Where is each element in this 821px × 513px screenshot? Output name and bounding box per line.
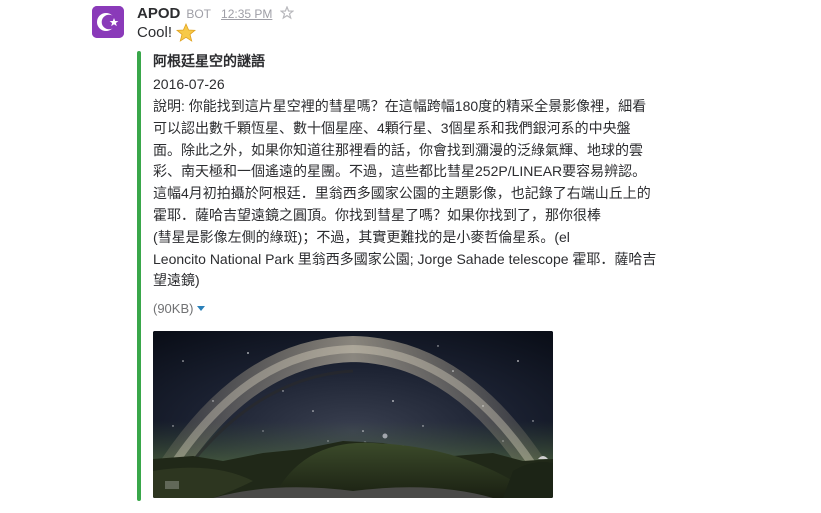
attachment: 阿根廷星空的謎語 2016-07-26 說明: 你能找到這片星空裡的彗星嗎？在這… (153, 51, 703, 292)
description-line: 面。除此之外，如果你知道往那裡看的話，你會找到瀰漫的泛綠氣輝、地球的雲 (153, 141, 643, 158)
description-line: Leoncito National Park 里翁西多國家公園; Jorge S… (153, 250, 657, 267)
description-line: 望遠鏡) (153, 272, 200, 289)
file-size-toggle[interactable]: (90KB) (153, 301, 206, 316)
message-text: Cool! (137, 23, 197, 43)
star-outline-icon[interactable] (280, 6, 295, 20)
description-line: 說明: 你能找到這片星空裡的彗星嗎？在這幅跨幅180度的精采全景影像裡，細看 (153, 98, 647, 114)
attachment-date: 2016-07-26 (153, 76, 225, 92)
attachment-accent-bar (137, 51, 141, 501)
description-line: 霍耶．薩哈吉望遠鏡之圓頂。你找到彗星了嗎？如果你找到了，那你很棒 (153, 206, 601, 223)
sender-name[interactable]: APOD (137, 5, 180, 22)
message-text-content: Cool! (137, 24, 173, 41)
star-emoji (176, 23, 197, 42)
attachment-description: 說明: 你能找到這片星空裡的彗星嗎？在這幅跨幅180度的精采全景影像裡，細看 可… (153, 96, 703, 292)
message-header: APOD BOT 12:35 PM (137, 4, 295, 24)
caret-down-icon (197, 305, 206, 311)
bot-badge: BOT (186, 7, 212, 21)
message: APOD BOT 12:35 PM Cool! 阿根廷星空的謎語 2016-07… (0, 0, 821, 513)
avatar[interactable] (92, 6, 124, 38)
description-line: (彗星是影像左側的綠斑)；不過，其實更難找的是小麥哲倫星系。(el (153, 228, 570, 245)
star-and-crescent-icon (92, 6, 124, 38)
file-size-label: (90KB) (153, 301, 194, 316)
attachment-title[interactable]: 阿根廷星空的謎語 (153, 51, 703, 73)
attachment-image[interactable] (153, 331, 553, 498)
milky-way-panorama-image (153, 331, 553, 498)
description-line: 彩、南天極和一個遙遠的星團。不過，這些都比彗星252P/LINEAR要容易辨認。 (153, 163, 647, 180)
timestamp[interactable]: 12:35 PM (221, 7, 272, 21)
description-line: 可以認出數千顆恆星、數十個星座、4顆行星、3個星系和我們銀河系的中央盤 (153, 119, 631, 136)
description-line: 這幅4月初拍攝於阿根廷．里翁西多國家公園的主題影像，也記錄了右端山丘上的 (153, 185, 651, 202)
